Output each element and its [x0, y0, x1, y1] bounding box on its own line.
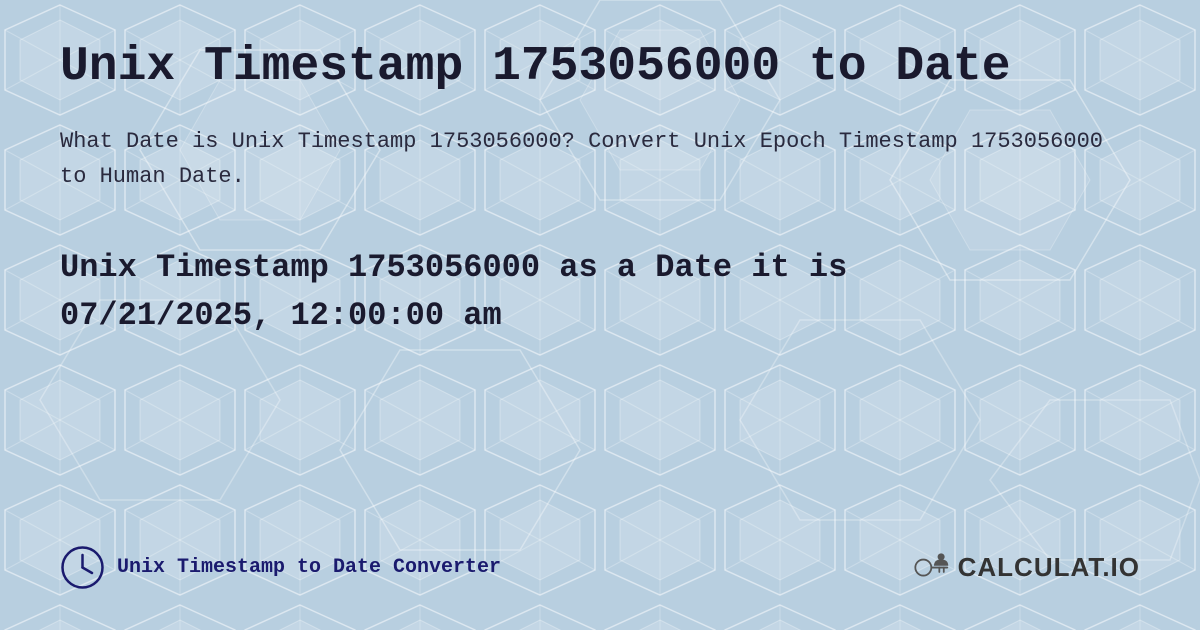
page-description: What Date is Unix Timestamp 1753056000? …	[60, 124, 1140, 194]
logo-area: CALCULAT.IO	[910, 548, 1140, 588]
footer: Unix Timestamp to Date Converter CALCULA…	[60, 525, 1140, 590]
converter-label: Unix Timestamp to Date Converter	[117, 556, 501, 579]
footer-left: Unix Timestamp to Date Converter	[60, 545, 501, 590]
result-line1: Unix Timestamp 1753056000 as a Date it i…	[60, 249, 847, 286]
logo-text: CALCULAT.IO	[958, 552, 1140, 583]
clock-icon	[60, 545, 105, 590]
page-title: Unix Timestamp 1753056000 to Date	[60, 40, 1140, 94]
result-text: Unix Timestamp 1753056000 as a Date it i…	[60, 244, 1140, 340]
result-line2: 07/21/2025, 12:00:00 am	[60, 297, 502, 334]
logo-icon	[910, 548, 950, 588]
result-section: Unix Timestamp 1753056000 as a Date it i…	[60, 244, 1140, 340]
